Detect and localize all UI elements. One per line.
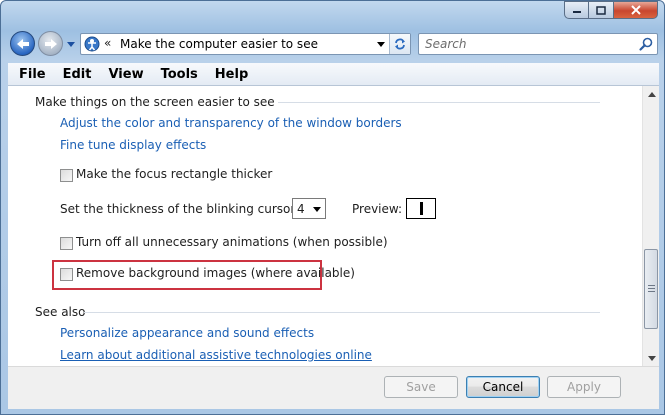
background-images-label[interactable]: Remove background images (where availabl…	[76, 266, 355, 280]
search-input[interactable]	[425, 36, 635, 52]
minimize-button[interactable]	[564, 1, 589, 19]
link-adjust-color[interactable]: Adjust the color and transparency of the…	[60, 116, 402, 130]
maximize-button[interactable]	[589, 1, 614, 19]
chevron-down-icon	[67, 41, 75, 47]
chevron-down-icon	[313, 207, 321, 212]
menu-file[interactable]: File	[19, 67, 46, 82]
focus-rectangle-checkbox[interactable]	[60, 169, 73, 182]
animations-label[interactable]: Turn off all unnecessary animations (whe…	[76, 235, 388, 249]
chevron-down-icon	[377, 41, 385, 47]
button-bar: Save Cancel Apply	[8, 366, 659, 409]
back-button[interactable]	[10, 31, 35, 56]
maximize-icon	[596, 5, 606, 15]
cursor-thickness-value: 4	[297, 202, 305, 216]
menu-bar: File Edit View Tools Help	[8, 63, 659, 85]
window-frame: « Make the computer easier to see File E…	[0, 0, 665, 415]
cursor-thickness-select[interactable]: 4	[292, 198, 326, 219]
focus-rectangle-label[interactable]: Make the focus rectangle thicker	[76, 167, 272, 181]
grip-line	[648, 288, 655, 289]
link-personalize[interactable]: Personalize appearance and sound effects	[60, 326, 314, 340]
animations-checkbox[interactable]	[60, 237, 73, 250]
menu-edit[interactable]: Edit	[63, 67, 92, 82]
forward-arrow-icon	[44, 38, 57, 49]
scroll-down-button[interactable]	[643, 350, 659, 367]
cancel-button[interactable]: Cancel	[466, 376, 540, 398]
search-box	[418, 33, 658, 55]
chevron-up-icon	[647, 92, 656, 97]
forward-button[interactable]	[38, 31, 63, 56]
back-arrow-icon	[16, 38, 29, 49]
apply-button[interactable]: Apply	[547, 376, 621, 398]
save-button[interactable]: Save	[384, 376, 458, 398]
breadcrumb-overflow[interactable]: «	[104, 36, 111, 50]
caption-buttons	[564, 1, 658, 20]
refresh-button[interactable]	[389, 34, 410, 54]
section-title-see-also: See also	[35, 305, 86, 319]
breadcrumb-current[interactable]: Make the computer easier to see	[120, 37, 318, 51]
cursor-thickness-label: Set the thickness of the blinking cursor…	[60, 202, 300, 216]
menu-tools[interactable]: Tools	[161, 67, 198, 82]
close-icon	[630, 5, 641, 15]
address-dropdown[interactable]	[374, 34, 388, 54]
link-assistive-technologies[interactable]: Learn about additional assistive technol…	[60, 348, 372, 362]
close-button[interactable]	[614, 1, 658, 19]
section-divider	[84, 312, 600, 313]
cursor-preview	[406, 198, 436, 219]
section-divider	[278, 102, 600, 103]
refresh-icon	[395, 38, 405, 50]
grip-line	[648, 285, 655, 286]
control-panel-icon	[84, 36, 100, 52]
chevron-down-icon	[647, 356, 656, 361]
cursor-preview-bar	[420, 202, 423, 215]
address-bar[interactable]: « Make the computer easier to see	[80, 33, 411, 55]
minimize-icon	[572, 11, 581, 13]
search-icon[interactable]	[638, 36, 654, 52]
content-pane: Make things on the screen easier to see …	[8, 85, 659, 367]
grip-line	[648, 291, 655, 292]
menu-help[interactable]: Help	[215, 67, 248, 82]
link-fine-tune-effects[interactable]: Fine tune display effects	[60, 138, 206, 152]
recent-pages-dropdown[interactable]	[66, 39, 76, 49]
menu-view[interactable]: View	[108, 67, 143, 82]
vertical-scrollbar[interactable]	[642, 86, 659, 367]
background-images-checkbox[interactable]	[60, 268, 73, 281]
preview-label: Preview:	[352, 202, 403, 216]
scrollbar-thumb[interactable]	[644, 249, 658, 329]
section-title-screen: Make things on the screen easier to see	[35, 95, 275, 109]
scroll-up-button[interactable]	[643, 86, 659, 103]
